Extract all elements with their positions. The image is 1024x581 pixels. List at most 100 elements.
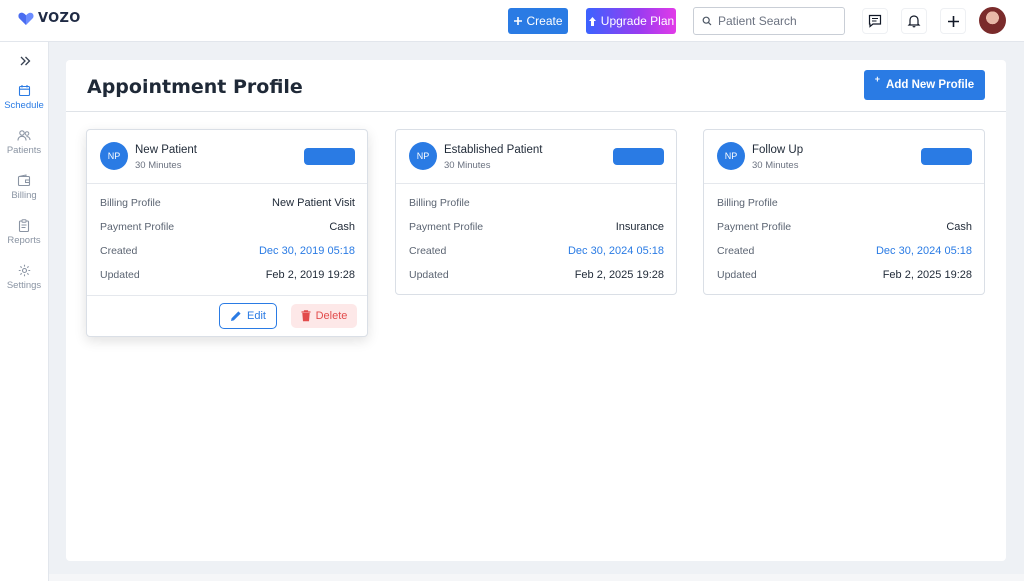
pencil-icon — [231, 311, 241, 321]
profile-name: Follow Up — [752, 144, 804, 156]
page-title: Appointment Profile — [87, 76, 303, 98]
profile-duration: 30 Minutes — [444, 160, 491, 171]
delete-button[interactable]: Delete — [291, 304, 357, 328]
created-row: Created Dec 30, 2024 05:18 — [717, 245, 972, 259]
created-row: Created Dec 30, 2024 05:18 — [409, 245, 664, 259]
sidebar-item-reports[interactable]: Reports — [0, 219, 48, 255]
trash-icon — [301, 310, 311, 322]
create-button[interactable]: Create — [508, 8, 568, 34]
payment-profile-value: Insurance — [615, 221, 664, 233]
profile-card-new-patient[interactable]: NP New Patient 30 Minutes Billing Profil… — [86, 129, 368, 337]
quick-add-button[interactable] — [940, 8, 966, 34]
user-avatar[interactable] — [979, 7, 1006, 34]
field-label: Billing Profile — [409, 197, 470, 209]
sidebar-item-label: Settings — [6, 280, 42, 291]
sidebar-item-label: Reports — [7, 235, 41, 246]
double-chevron-right-icon — [20, 56, 31, 66]
gear-icon — [18, 264, 30, 277]
profile-initials-badge: NP — [717, 142, 745, 170]
top-bar: VOZO Create Upgrade Plan — [0, 0, 1024, 42]
payment-profile-row: Payment Profile Cash — [717, 221, 972, 235]
patient-search — [693, 7, 845, 35]
clipboard-icon — [18, 219, 30, 232]
users-icon — [17, 130, 31, 141]
field-label: Payment Profile — [409, 221, 484, 233]
field-label: Created — [409, 245, 447, 257]
updated-value: Feb 2, 2019 19:28 — [265, 269, 355, 281]
edit-button[interactable]: Edit — [219, 303, 277, 329]
notifications-button[interactable] — [901, 8, 927, 34]
create-button-label: Create — [526, 14, 563, 28]
card-header: NP Established Patient 30 Minutes — [396, 130, 676, 184]
billing-profile-row: Billing Profile New Patient Visit — [100, 197, 355, 211]
calendar-icon — [18, 85, 30, 97]
add-new-profile-label: Add New Profile — [886, 79, 975, 91]
field-label: Payment Profile — [717, 221, 792, 233]
bell-icon — [907, 15, 921, 28]
updated-row: Updated Feb 2, 2025 19:28 — [717, 269, 972, 283]
profile-duration: 30 Minutes — [135, 160, 182, 171]
payment-profile-value: Cash — [946, 221, 972, 233]
profile-initials-badge: NP — [100, 142, 128, 170]
field-label: Created — [717, 245, 755, 257]
profile-initials-badge: NP — [409, 142, 437, 170]
plus-icon — [947, 15, 959, 27]
sidebar-item-settings[interactable]: Settings — [0, 264, 48, 300]
add-new-profile-button[interactable]: + Add New Profile — [864, 70, 985, 100]
plus-icon — [514, 17, 523, 25]
field-label: Payment Profile — [100, 221, 175, 233]
card-footer-divider — [87, 295, 367, 296]
wallet-icon — [17, 174, 31, 187]
field-label: Updated — [717, 269, 757, 281]
profile-name: New Patient — [135, 144, 198, 156]
vozo-logo[interactable]: VOZO — [18, 11, 81, 26]
card-header: NP New Patient 30 Minutes — [87, 130, 367, 184]
message-icon — [868, 14, 882, 28]
created-value: Dec 30, 2024 05:18 — [875, 245, 972, 257]
sidebar-item-label: Billing — [11, 190, 37, 201]
messages-button[interactable] — [862, 8, 888, 34]
divider — [66, 111, 1006, 112]
upgrade-plan-button[interactable]: Upgrade Plan — [586, 8, 676, 34]
patient-search-input[interactable] — [718, 14, 838, 28]
billing-profile-value: New Patient Visit — [272, 197, 355, 209]
sidebar: Schedule Patients Billing Reports Settin… — [0, 42, 49, 581]
profile-color-swatch — [921, 148, 972, 165]
updated-value: Feb 2, 2025 19:28 — [574, 269, 664, 281]
field-label: Updated — [409, 269, 449, 281]
heart-logo-icon — [18, 12, 34, 25]
appointment-profile-panel: Appointment Profile + Add New Profile NP… — [66, 60, 1006, 561]
bottom-strip — [49, 574, 1024, 581]
logo-text: VOZO — [38, 11, 81, 26]
expand-sidebar-button[interactable] — [17, 54, 33, 68]
updated-row: Updated Feb 2, 2025 19:28 — [409, 269, 664, 283]
profile-card-established-patient[interactable]: NP Established Patient 30 Minutes Billin… — [395, 129, 677, 295]
billing-profile-row: Billing Profile — [717, 197, 972, 211]
created-value: Dec 30, 2019 05:18 — [258, 245, 355, 257]
created-value: Dec 30, 2024 05:18 — [567, 245, 664, 257]
arrow-up-icon — [588, 16, 596, 26]
field-label: Billing Profile — [100, 197, 161, 209]
billing-profile-row: Billing Profile — [409, 197, 664, 211]
field-label: Billing Profile — [717, 197, 778, 209]
payment-profile-row: Payment Profile Cash — [100, 221, 355, 235]
updated-value: Feb 2, 2025 19:28 — [882, 269, 972, 281]
sidebar-item-schedule[interactable]: Schedule — [0, 84, 48, 120]
payment-profile-row: Payment Profile Insurance — [409, 221, 664, 235]
profile-card-follow-up[interactable]: NP Follow Up 30 Minutes Billing Profile … — [703, 129, 985, 295]
sidebar-item-billing[interactable]: Billing — [0, 174, 48, 210]
profile-color-swatch — [613, 148, 664, 165]
profile-name: Established Patient — [444, 144, 543, 156]
plus-icon: + — [874, 74, 881, 84]
sidebar-item-label: Patients — [6, 145, 42, 156]
created-row: Created Dec 30, 2019 05:18 — [100, 245, 355, 259]
sidebar-item-label: Schedule — [4, 100, 44, 111]
field-label: Updated — [100, 269, 140, 281]
edit-button-label: Edit — [247, 310, 266, 322]
sidebar-item-patients[interactable]: Patients — [0, 129, 48, 165]
updated-row: Updated Feb 2, 2019 19:28 — [100, 269, 355, 283]
profile-color-swatch — [304, 148, 355, 165]
field-label: Created — [100, 245, 138, 257]
upgrade-plan-label: Upgrade Plan — [600, 14, 675, 28]
delete-button-label: Delete — [315, 310, 348, 322]
